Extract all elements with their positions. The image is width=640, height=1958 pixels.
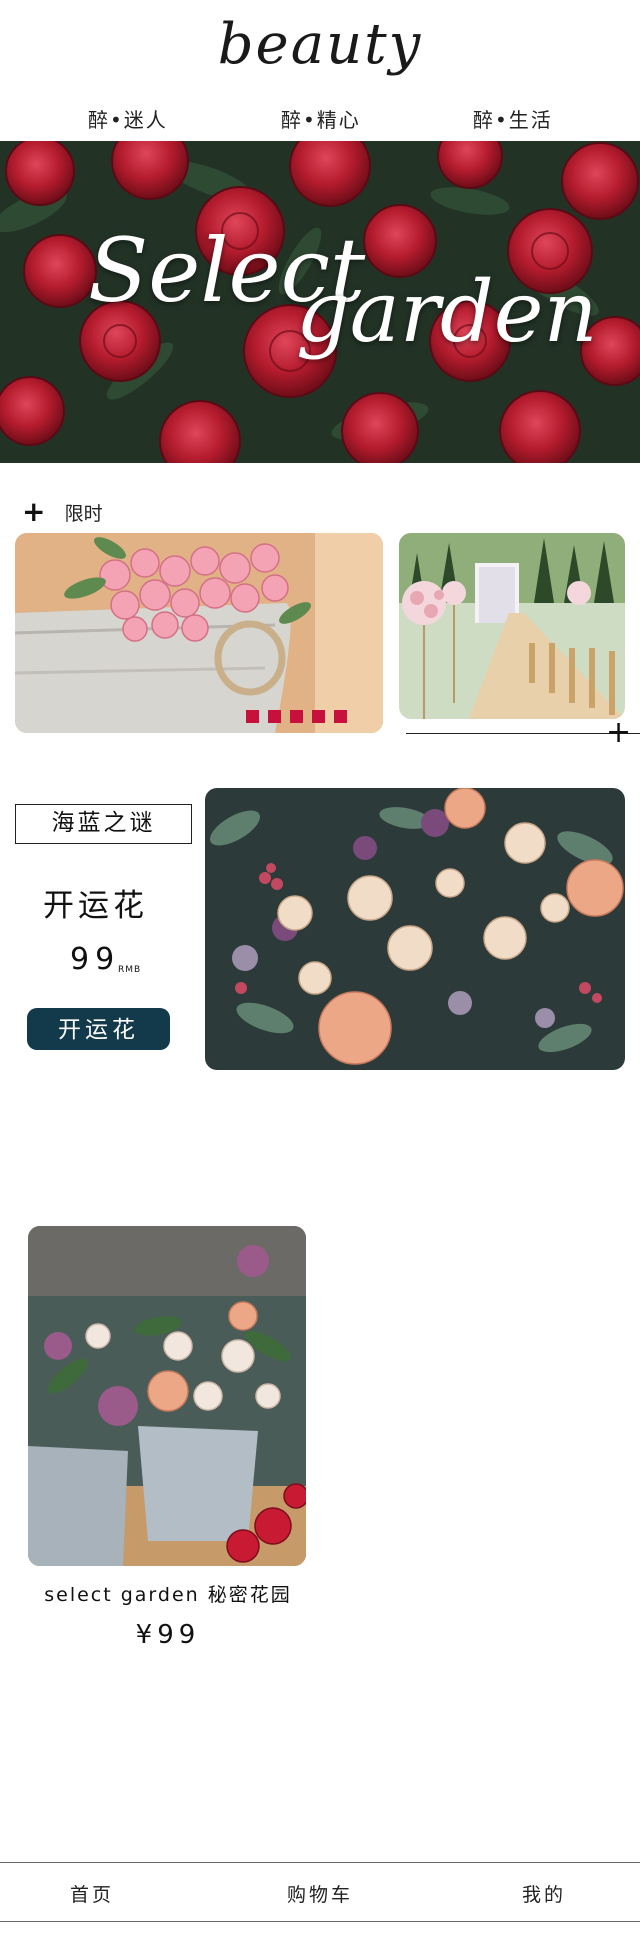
nav-item-life[interactable]: 醉•生活 — [473, 104, 553, 133]
nav-item-charming[interactable]: 醉•迷人 — [88, 104, 168, 133]
limited-card-wedding[interactable] — [399, 533, 625, 719]
product-image-card[interactable] — [28, 1226, 306, 1566]
slide-dot[interactable] — [246, 710, 259, 723]
bottom-nav-profile[interactable]: 我的 — [522, 1880, 566, 1907]
slide-dot[interactable] — [268, 710, 281, 723]
top-nav: 醉•迷人 醉•精心 醉•生活 — [0, 104, 640, 140]
flower-buckets-image — [28, 1226, 306, 1566]
promo-buy-button[interactable]: 开运花 — [27, 1008, 170, 1050]
bottom-nav: 首页 购物车 我的 — [0, 1862, 640, 1922]
slide-indicator — [246, 708, 356, 727]
hero-title-garden: garden — [296, 263, 598, 361]
product-price: ¥99 — [135, 1620, 201, 1650]
section-divider — [406, 733, 640, 734]
wedding-aisle-image — [399, 533, 625, 719]
plus-icon[interactable]: + — [606, 718, 631, 748]
limited-label: 限时 — [64, 502, 103, 525]
product-name[interactable]: select garden 秘密花园 — [28, 1580, 308, 1607]
hero-banner[interactable]: Select garden — [0, 141, 640, 463]
promo-bouquet-card[interactable] — [205, 788, 625, 1070]
slide-dot[interactable] — [290, 710, 303, 723]
nav-item-careful[interactable]: 醉•精心 — [281, 104, 361, 133]
bottom-nav-cart[interactable]: 购物车 — [287, 1880, 353, 1907]
slide-dot[interactable] — [312, 710, 325, 723]
basket-flowers-image — [15, 533, 383, 733]
promo-price-unit: RMB — [118, 965, 142, 975]
bouquet-image — [205, 788, 625, 1070]
limited-card-basket[interactable] — [15, 533, 383, 733]
slide-dot[interactable] — [334, 710, 347, 723]
plus-icon[interactable]: + — [22, 498, 45, 526]
promo-tag: 海蓝之谜 — [15, 804, 192, 844]
brand-logo: beauty — [217, 12, 423, 77]
promo-price: 99 — [70, 942, 121, 977]
limited-section-header: + 限时 — [22, 498, 103, 528]
bottom-nav-home[interactable]: 首页 — [70, 1880, 114, 1907]
promo-name: 开运花 — [43, 888, 148, 924]
